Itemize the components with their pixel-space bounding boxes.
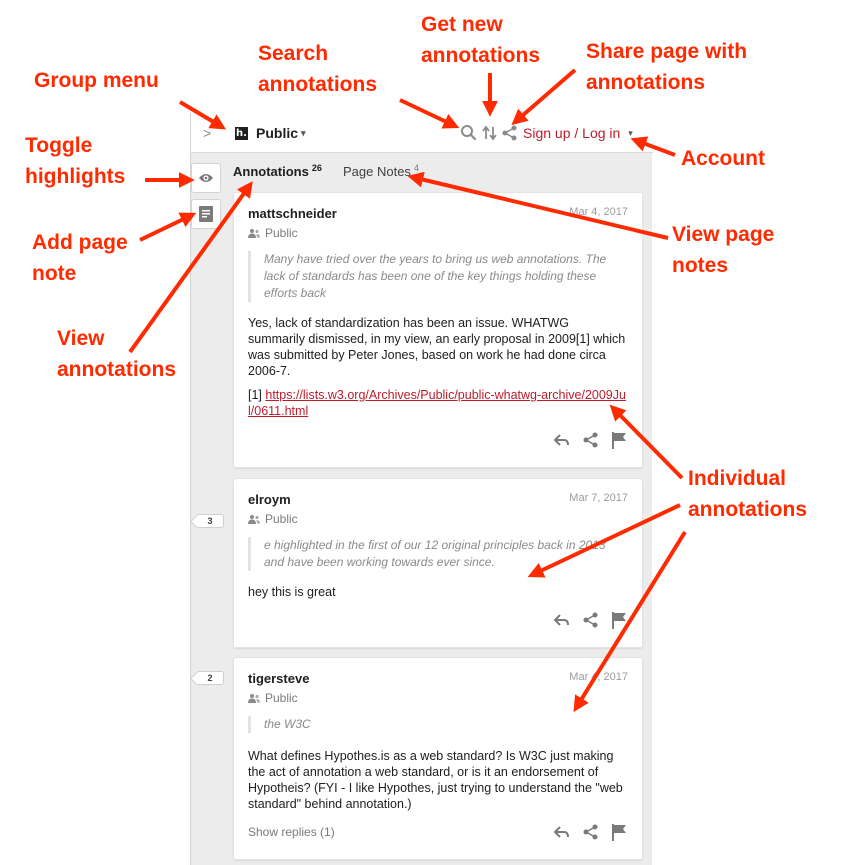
eye-icon [199,174,213,182]
annotations-count: 26 [311,163,322,173]
account-menu-button[interactable]: Sign up / Log in ▾ [523,125,633,141]
annotation-date[interactable]: Mar 4, 2017 [569,671,628,683]
top-bar: > h. Public ▾ Sign up / Log in ▾ [191,113,653,153]
hypothesis-logo: h. [235,127,248,140]
tab-page-notes[interactable]: Page Notes 4 [343,163,419,179]
search-icon[interactable] [460,123,478,143]
show-replies-link[interactable]: Show replies (1) [248,825,335,839]
annotation-card[interactable]: mattschneider Mar 4, 2017 Public Many ha… [233,192,643,468]
callout-group-menu: Group menu [34,69,159,92]
annotation-visibility: Public [248,512,298,526]
reply-icon[interactable] [553,431,571,449]
annotation-date[interactable]: Mar 4, 2017 [569,206,628,218]
flag-icon[interactable] [610,431,628,449]
share-icon[interactable] [582,823,600,841]
annotation-link[interactable]: https://lists.w3.org/Archives/Public/pub… [248,388,626,418]
account-label: Sign up / Log in [523,125,621,141]
page-note-icon [199,206,213,222]
flag-icon[interactable] [610,823,628,841]
tab-annotations[interactable]: Annotations 26 [233,163,322,179]
group-icon [248,229,260,238]
tab-annotations-label: Annotations [233,164,309,179]
group-menu-button[interactable]: Public ▾ [256,125,306,141]
collapse-sidebar-icon[interactable]: > [203,125,211,141]
reply-icon[interactable] [553,823,571,841]
annotation-body: Yes, lack of standardization has been an… [248,316,626,378]
annotation-actions [547,431,628,449]
flag-icon[interactable] [610,611,628,629]
refresh-icon[interactable] [481,123,499,143]
annotation-body: hey this is great [248,585,336,599]
callout-share-page: Share page with annotations [586,40,748,94]
annotation-count-bubble[interactable]: 3 [196,514,224,528]
annotation-actions [547,823,628,841]
page-notes-count: 4 [413,163,419,173]
annotation-visibility: Public [248,691,298,705]
annotation-quote: the W3C [248,716,628,733]
annotation-user[interactable]: mattschneider [248,206,337,221]
annotation-quote: e highlighted in the first of our 12 ori… [248,537,628,571]
annotation-count-bubble[interactable]: 2 [196,671,224,685]
callout-add-page-note: Add page note [32,231,128,285]
callout-toggle-highlights: Toggle highlights [25,134,126,188]
group-name: Public [256,125,299,141]
annotation-link-line: [1] https://lists.w3.org/Archives/Public… [248,388,626,418]
callout-get-new: Get new annotations [421,13,540,67]
annotation-date[interactable]: Mar 7, 2017 [569,492,628,504]
arrow-add-page-note [139,212,197,242]
annotation-card[interactable]: tigersteve Mar 4, 2017 Public the W3C Wh… [233,657,643,860]
tab-page-notes-label: Page Notes [343,164,411,179]
add-page-note-button[interactable] [191,199,221,229]
chevron-down-icon: ▾ [628,128,633,138]
chevron-down-icon: ▾ [301,128,306,138]
group-icon [248,515,260,524]
share-icon[interactable] [582,611,600,629]
share-icon[interactable] [501,123,519,143]
callout-view-annotations: View annotations [57,327,176,381]
callout-individual-annotations: Individual annotations [688,467,807,521]
toggle-highlights-button[interactable] [191,163,221,193]
callout-account: Account [681,147,765,170]
annotation-card[interactable]: elroym Mar 7, 2017 Public e highlighted … [233,478,643,648]
annotation-quote: Many have tried over the years to bring … [248,251,628,302]
annotation-actions [547,611,628,629]
share-icon[interactable] [582,431,600,449]
callout-search: Search annotations [258,42,377,96]
annotation-visibility: Public [248,226,298,240]
group-icon [248,694,260,703]
annotation-body: What defines Hypothes.is as a web standa… [248,749,623,811]
annotation-user[interactable]: tigersteve [248,671,309,686]
annotation-user[interactable]: elroym [248,492,291,507]
callout-view-page-notes: View page notes [672,223,775,277]
reply-icon[interactable] [553,611,571,629]
